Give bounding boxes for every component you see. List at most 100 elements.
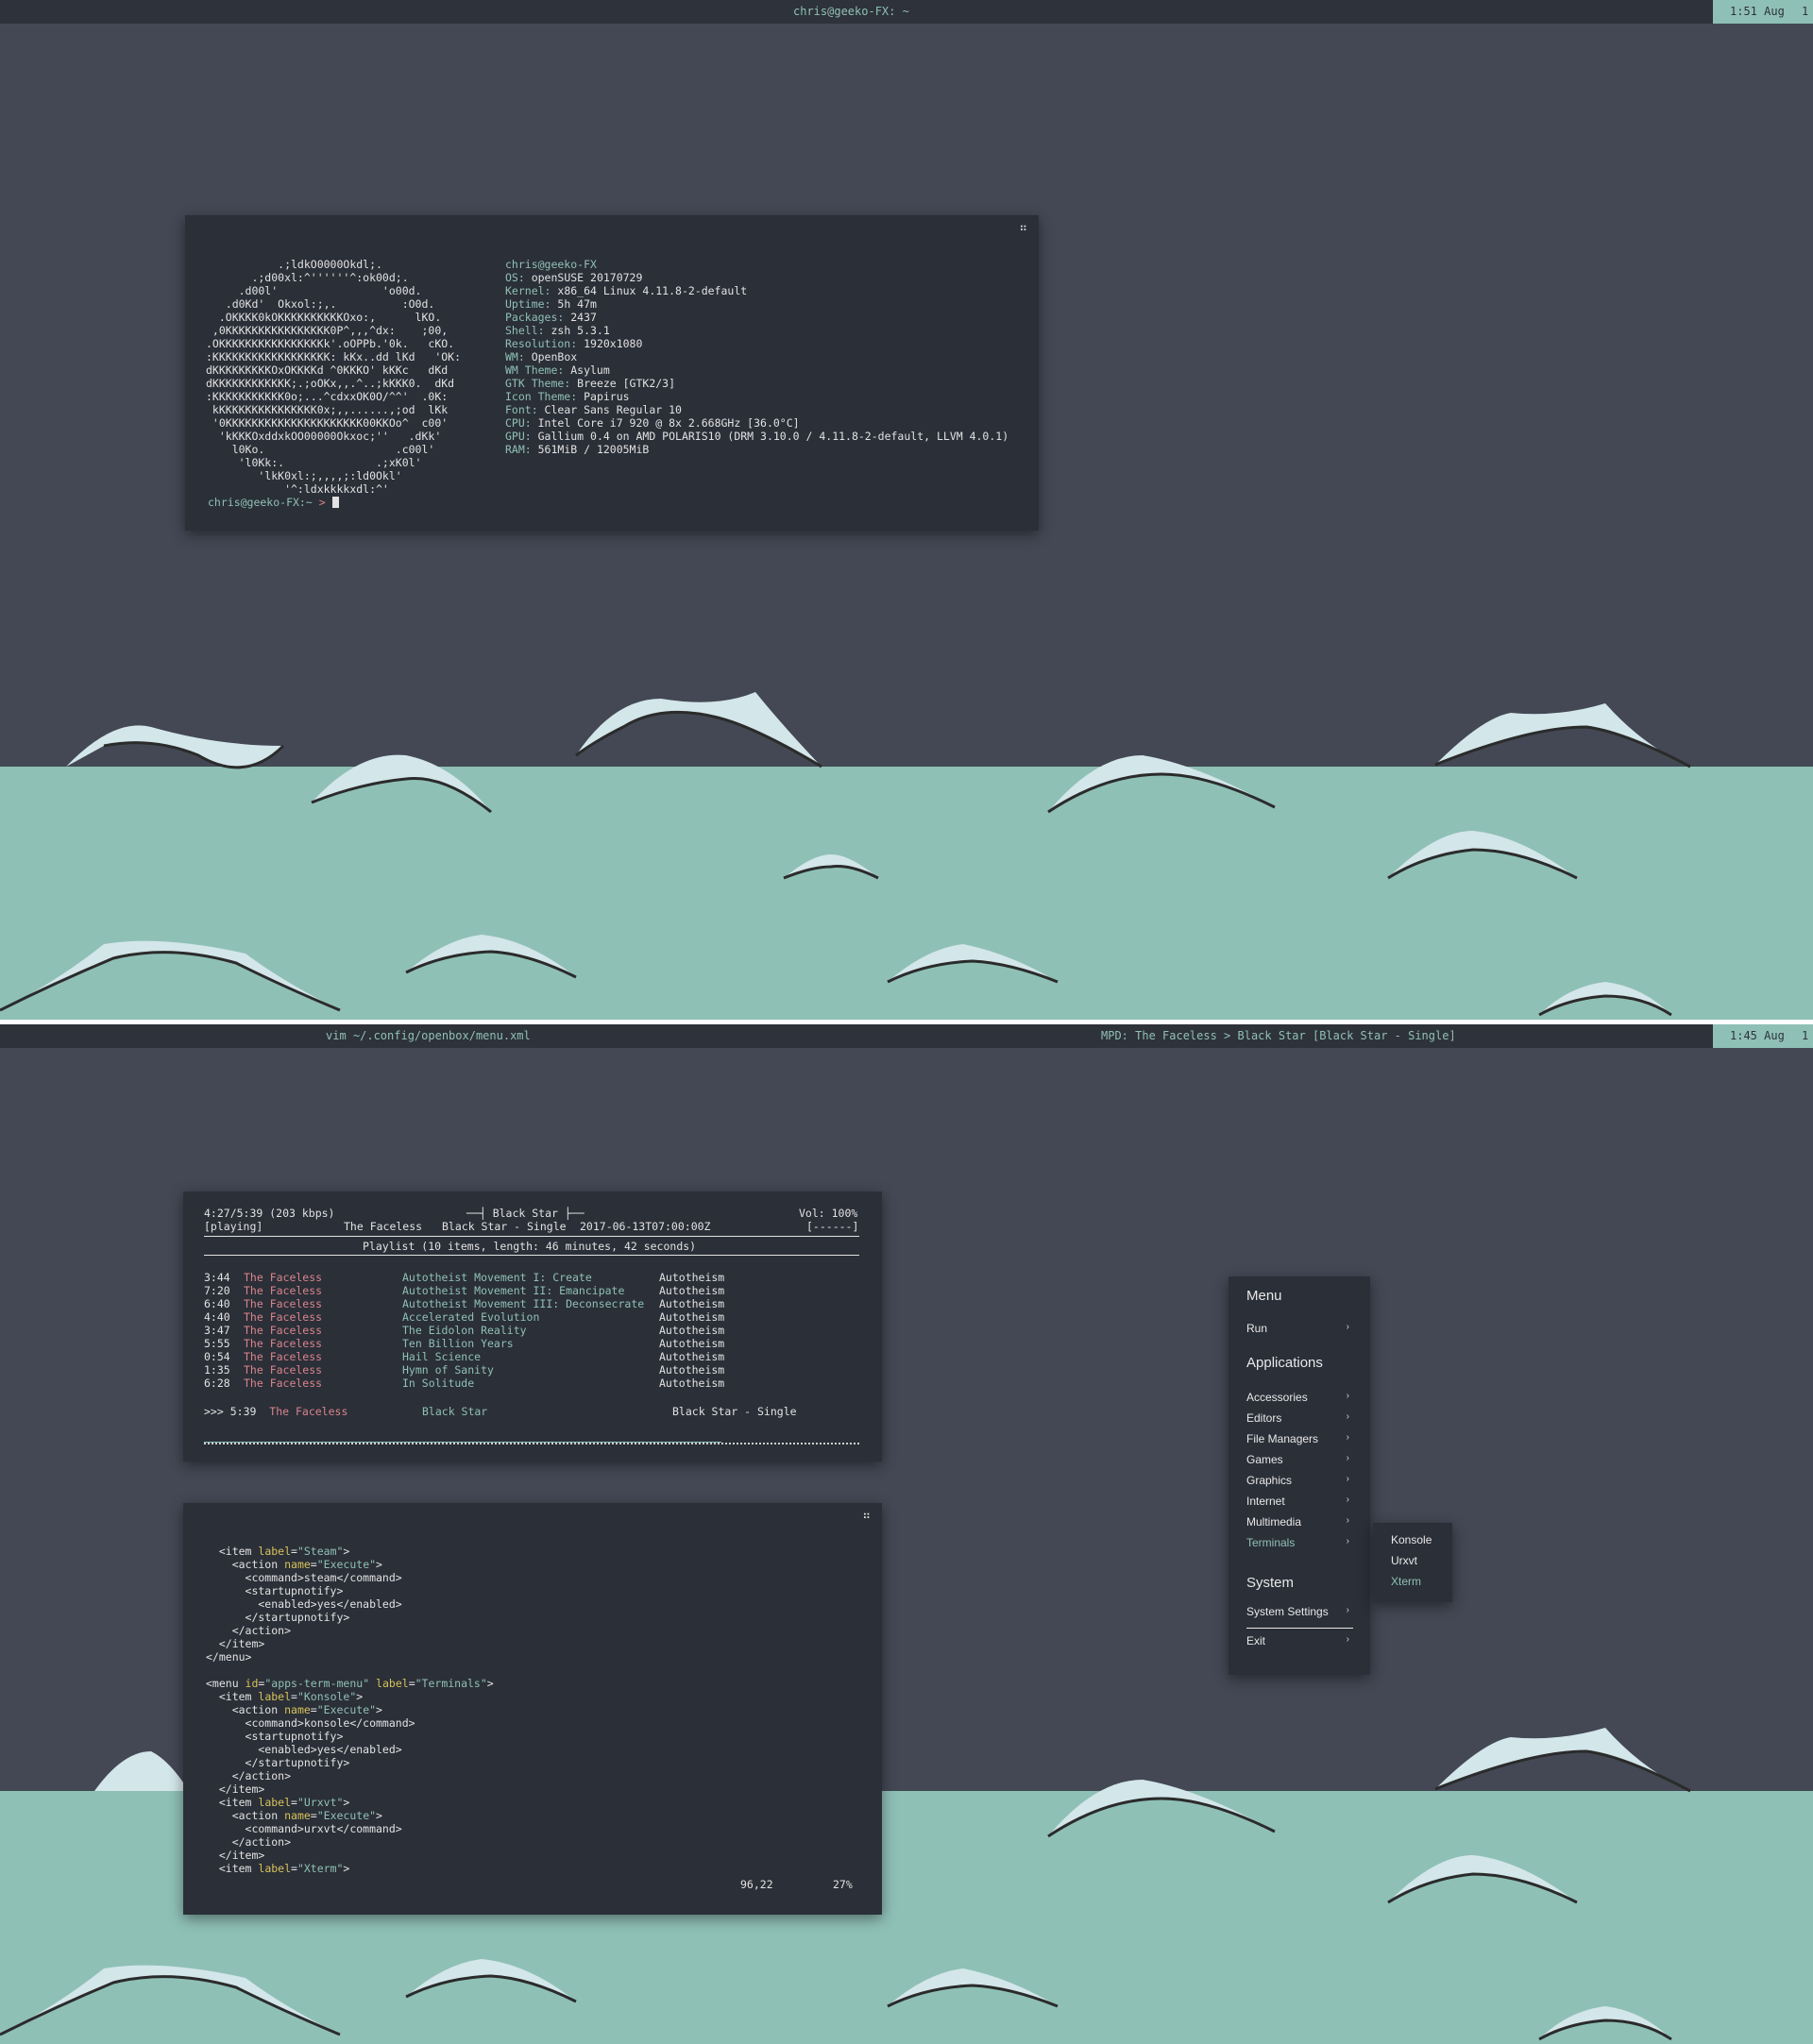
menu-item-run[interactable]: Run — [1246, 1320, 1267, 1337]
sysinfo-key: Shell: — [505, 324, 545, 337]
sysinfo-key: GPU: — [505, 430, 532, 443]
playlist-album: Autotheism — [659, 1337, 725, 1350]
prompt-user: chris@geeko-FX:~ — [208, 496, 313, 509]
playlist-title[interactable]: Hail Science — [402, 1350, 481, 1363]
ncmpcpp-window[interactable]: 4:27/5:39 (203 kbps) ──┤ Black Star ├── … — [183, 1191, 882, 1461]
code-line: <item label="Konsole"> — [206, 1690, 364, 1703]
code-line: <startupnotify> — [206, 1584, 344, 1597]
sysinfo-value: zsh 5.3.1 — [544, 324, 610, 337]
menu-item-terminals[interactable]: Terminals — [1246, 1534, 1295, 1551]
sysinfo-row: Uptime: 5h 47m — [505, 297, 1008, 311]
now-date: 2017-06-13T07:00:00Z — [580, 1220, 711, 1233]
chevron-right-icon: › — [1346, 1432, 1349, 1443]
code-line: </item> — [206, 1782, 265, 1796]
sysinfo-value: Clear Sans Regular 10 — [537, 403, 682, 416]
current-marker: >>> — [204, 1405, 224, 1418]
menu-item-exit[interactable]: Exit — [1246, 1632, 1265, 1649]
now-album: Black Star - Single — [442, 1220, 567, 1233]
playlist-time: 4:40 — [204, 1310, 230, 1324]
playlist-time: 6:28 — [204, 1377, 230, 1390]
playlist-time: 0:54 — [204, 1350, 230, 1363]
code-line: <command>steam</command> — [206, 1571, 402, 1584]
window-handle-icon[interactable]: ⠶ — [862, 1509, 871, 1522]
sysinfo-value: Gallium 0.4 on AMD POLARIS10 (DRM 3.10.0… — [531, 430, 1009, 443]
playlist-title[interactable]: Hymn of Sanity — [402, 1363, 494, 1377]
sysinfo-row: Icon Theme: Papirus — [505, 390, 1008, 403]
clock-time: 1:51 Aug — [1730, 5, 1785, 18]
code-line: <action name="Execute"> — [206, 1703, 382, 1716]
shell-prompt[interactable]: chris@geeko-FX:~ > — [208, 496, 339, 509]
current-album: Black Star - Single — [672, 1405, 797, 1418]
sysinfo-value: Breeze [GTK2/3] — [570, 377, 676, 390]
chevron-right-icon: › — [1346, 1391, 1349, 1401]
desktop-screen-top: chris@geeko-FX: ~ 1:51 Aug 1 ⠶ .;ldkO000… — [0, 0, 1813, 1020]
playlist-title[interactable]: Autotheist Movement I: Create — [402, 1271, 592, 1284]
playlist-artist: The Faceless — [244, 1284, 323, 1297]
playlist-title[interactable]: Ten Billion Years — [402, 1337, 514, 1350]
playlist-time: 5:55 — [204, 1337, 230, 1350]
sysinfo-row: CPU: Intel Core i7 920 @ 8x 2.668GHz [36… — [505, 416, 1008, 430]
sysinfo-row: OS: openSUSE 20170729 — [505, 271, 1008, 284]
playlist-title[interactable]: In Solitude — [402, 1377, 474, 1390]
code-line: </action> — [206, 1624, 292, 1637]
playlist-time: 7:20 — [204, 1284, 230, 1297]
sysinfo-row: RAM: 561MiB / 12005MiB — [505, 443, 1008, 456]
terminal-window[interactable]: ⠶ .;ldkO0000Okdl;. .;d00xl:^''''''^:ok00… — [185, 215, 1039, 531]
playlist-title[interactable]: Autotheist Movement III: Deconsecrate — [402, 1297, 644, 1310]
workspace-indicator[interactable]: 1 — [1802, 0, 1808, 24]
workspace-indicator[interactable]: 1 — [1802, 1024, 1808, 1048]
playlist-title[interactable]: Autotheist Movement II: Emancipate — [402, 1284, 624, 1297]
code-line: <item label="Xterm"> — [206, 1862, 350, 1875]
sysinfo-value: Intel Core i7 920 @ 8x 2.668GHz [36.0°C] — [531, 416, 800, 430]
chevron-right-icon: › — [1346, 1453, 1349, 1463]
sysinfo-key: Kernel: — [505, 284, 551, 297]
submenu-item-urxvt[interactable]: Urxvt — [1391, 1552, 1417, 1569]
submenu-item-konsole[interactable]: Konsole — [1391, 1531, 1432, 1548]
elapsed-time: 4:27/5:39 (203 kbps) — [204, 1207, 335, 1220]
menu-item-graphics[interactable]: Graphics — [1246, 1472, 1292, 1489]
menu-item-system-settings[interactable]: System Settings — [1246, 1603, 1329, 1620]
current-track[interactable]: >>> 5:39 The Faceless — [204, 1405, 347, 1418]
code-line: <enabled>yes</enabled> — [206, 1597, 402, 1611]
scroll-percent: 27% — [833, 1878, 853, 1891]
menu-item-internet[interactable]: Internet — [1246, 1493, 1285, 1510]
menu-item-file-managers[interactable]: File Managers — [1246, 1430, 1318, 1447]
volume: Vol: 100% — [799, 1207, 858, 1220]
code-line: </item> — [206, 1849, 265, 1862]
code-line: <action name="Execute"> — [206, 1809, 382, 1822]
sysinfo-value: 2437 — [564, 311, 597, 324]
current-artist: The Faceless — [269, 1405, 348, 1418]
playlist-title[interactable]: The Eidolon Reality — [402, 1324, 527, 1337]
playlist-album: Autotheism — [659, 1350, 725, 1363]
menu-item-games[interactable]: Games — [1246, 1451, 1283, 1468]
menu-item-accessories[interactable]: Accessories — [1246, 1389, 1308, 1406]
playlist-album: Autotheism — [659, 1284, 725, 1297]
distro-logo-ascii: .;ldkO0000Okdl;. .;d00xl:^''''''^:ok00d;… — [206, 258, 462, 496]
sysinfo-value: OpenBox — [524, 350, 578, 363]
window-handle-icon[interactable]: ⠶ — [1019, 221, 1027, 234]
playlist-title[interactable]: Accelerated Evolution — [402, 1310, 539, 1324]
code-line: <startupnotify> — [206, 1730, 344, 1743]
playlist-time: 6:40 — [204, 1297, 230, 1310]
vim-window[interactable]: ⠶ <item label="Steam"> <action name="Exe… — [183, 1503, 882, 1915]
code-line: <command>urxvt</command> — [206, 1822, 402, 1835]
sysinfo-value: 1920x1080 — [577, 337, 643, 350]
top-panel: vim ~/.config/openbox/menu.xml MPD: The … — [0, 1024, 1813, 1048]
menu-item-multimedia[interactable]: Multimedia — [1246, 1513, 1301, 1530]
prompt-symbol: > — [312, 496, 332, 509]
divider — [204, 1255, 859, 1256]
clock-widget[interactable]: 1:51 Aug 1 — [1713, 0, 1813, 24]
menu-title: Menu — [1246, 1288, 1282, 1304]
sysinfo-value: openSUSE 20170729 — [524, 271, 643, 284]
code-line: </action> — [206, 1769, 292, 1782]
code-line: </startupnotify> — [206, 1611, 350, 1624]
submenu-item-xterm[interactable]: Xterm — [1391, 1573, 1421, 1590]
code-line: <item label="Steam"> — [206, 1545, 350, 1558]
clock-widget[interactable]: 1:45 Aug 1 — [1713, 1024, 1813, 1048]
song-title: Black Star — [492, 1207, 558, 1220]
playlist-artist: The Faceless — [244, 1297, 323, 1310]
code-line: </menu> — [206, 1650, 252, 1664]
sysinfo-key: WM Theme: — [505, 363, 565, 377]
code-line: </startupnotify> — [206, 1756, 350, 1769]
menu-item-editors[interactable]: Editors — [1246, 1410, 1281, 1427]
